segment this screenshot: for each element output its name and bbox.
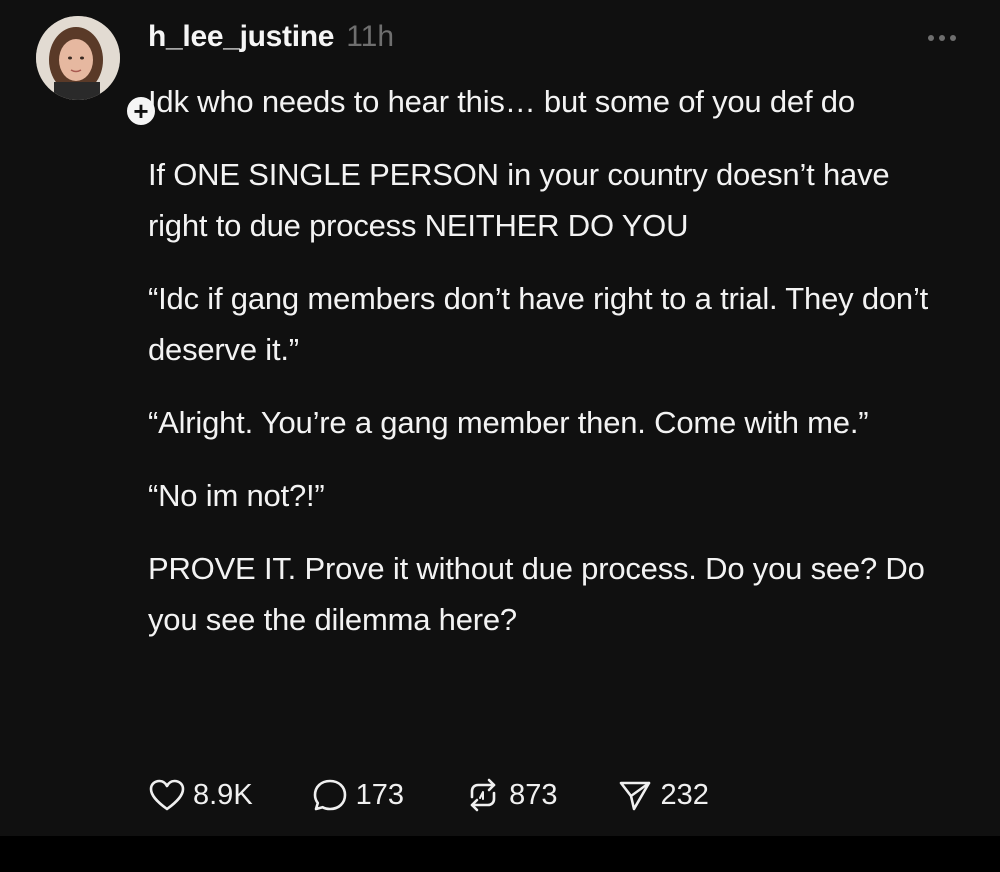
post-timestamp: 11h bbox=[346, 20, 395, 53]
post-header: h_lee_justine 11h bbox=[148, 20, 394, 64]
avatar[interactable] bbox=[36, 16, 120, 100]
heart-icon bbox=[149, 779, 185, 811]
reply-count: 173 bbox=[355, 778, 405, 811]
share-count: 232 bbox=[660, 778, 709, 811]
like-button[interactable]: 8.9K bbox=[148, 778, 253, 812]
action-bar: 8.9K 173 873 232 bbox=[148, 774, 709, 816]
bottom-edge bbox=[0, 836, 1000, 872]
repost-button[interactable]: 873 bbox=[464, 777, 557, 813]
reply-button[interactable]: 173 bbox=[311, 777, 404, 813]
more-options-icon[interactable] bbox=[920, 26, 964, 50]
post-body: Idk who needs to hear this… but some of … bbox=[148, 76, 948, 667]
post-paragraph: Idk who needs to hear this… but some of … bbox=[148, 84, 855, 119]
username-link[interactable]: h_lee_justine bbox=[148, 20, 334, 54]
like-count: 8.9K bbox=[193, 778, 253, 811]
post-paragraph: PROVE IT. Prove it without due process. … bbox=[148, 551, 925, 637]
post-paragraph: “Idc if gang members don’t have right to… bbox=[148, 281, 929, 367]
repost-arrows-icon bbox=[470, 778, 496, 812]
post-paragraph: If ONE SINGLE PERSON in your country doe… bbox=[148, 157, 890, 243]
send-paper-plane-icon bbox=[620, 781, 651, 811]
share-button[interactable]: 232 bbox=[617, 777, 709, 813]
comment-bubble-icon bbox=[313, 779, 346, 811]
avatar-container[interactable]: + bbox=[36, 16, 158, 128]
repost-count: 873 bbox=[509, 778, 558, 811]
post-paragraph: “Alright. You’re a gang member then. Com… bbox=[148, 405, 869, 440]
thread-post: + h_lee_justine 11h Idk who needs to hea… bbox=[0, 0, 1000, 836]
post-paragraph: “No im not?!” bbox=[148, 478, 325, 513]
